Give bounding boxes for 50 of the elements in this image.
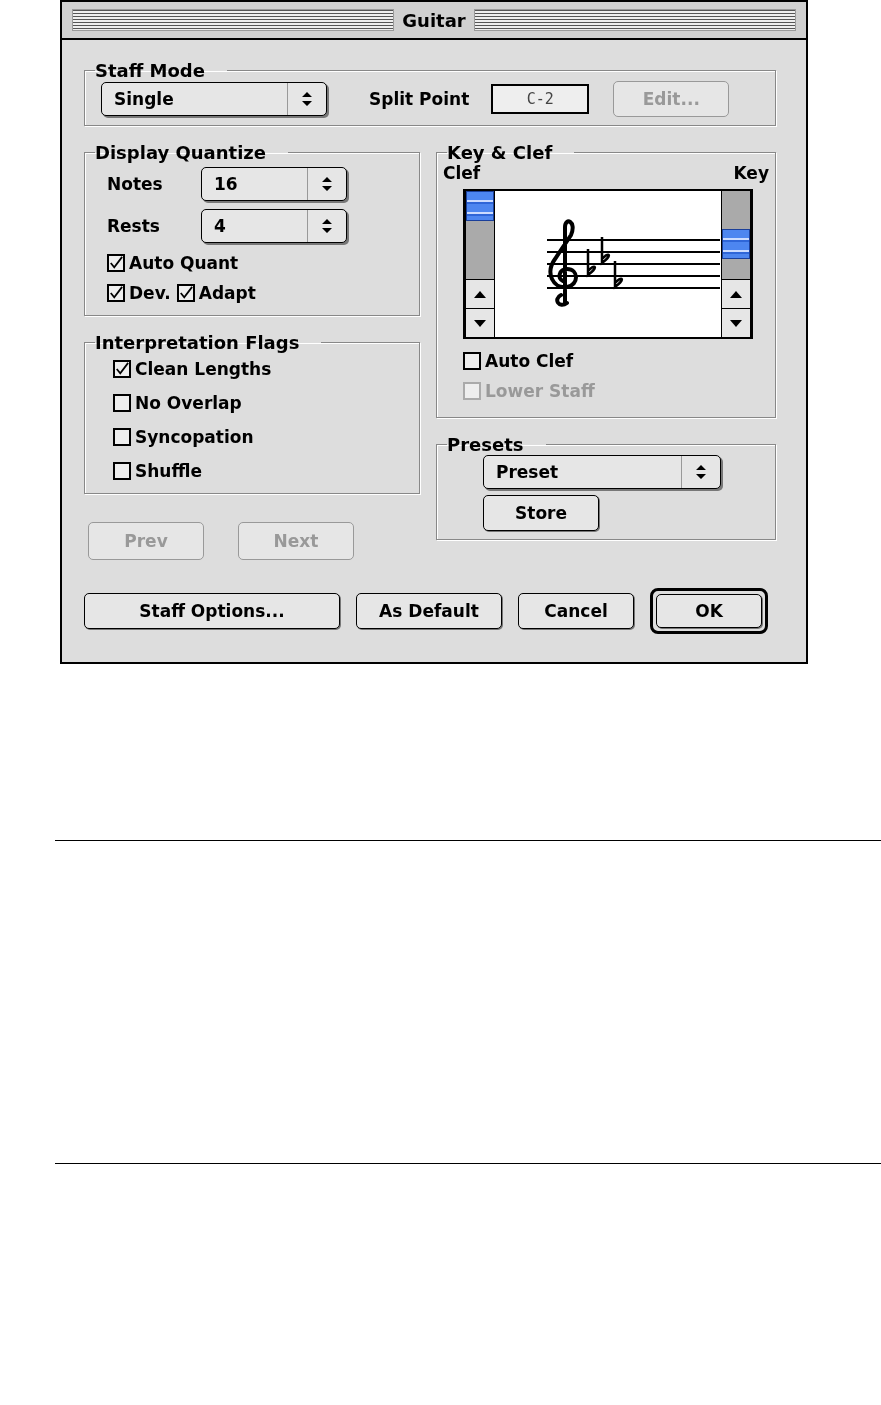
checkmark-icon bbox=[115, 361, 129, 377]
dialog-button[interactable]: Cancel bbox=[518, 593, 634, 629]
group-title: Key & Clef bbox=[447, 142, 554, 163]
drag-stripes[interactable] bbox=[72, 9, 395, 31]
scroll-up-button[interactable] bbox=[722, 279, 750, 308]
up-arrow-icon bbox=[474, 290, 486, 298]
scroll-up-button[interactable] bbox=[466, 279, 494, 308]
checkbox[interactable]: Shuffle bbox=[113, 461, 405, 481]
updown-arrows-icon bbox=[321, 218, 333, 234]
store-button[interactable]: Store bbox=[483, 495, 599, 531]
up-arrow-icon bbox=[730, 290, 742, 298]
key-scrollbar[interactable] bbox=[721, 191, 751, 337]
clef-label: Clef bbox=[443, 163, 481, 183]
checkbox[interactable]: Syncopation bbox=[113, 427, 405, 447]
group-title: Staff Mode bbox=[95, 60, 206, 81]
window-title: Guitar bbox=[402, 9, 466, 31]
down-arrow-icon bbox=[730, 319, 742, 327]
ok-button[interactable]: OK bbox=[650, 588, 768, 634]
checkbox[interactable]: Adapt bbox=[176, 283, 256, 303]
scroll-down-button[interactable] bbox=[466, 308, 494, 337]
key-label: Key bbox=[733, 163, 769, 183]
updown-arrows-icon bbox=[695, 464, 707, 480]
group-title: Presets bbox=[447, 434, 525, 455]
scroll-thumb[interactable] bbox=[466, 191, 494, 221]
dialog-button[interactable]: Staff Options... bbox=[84, 593, 340, 629]
value-popup[interactable]: 4 bbox=[201, 209, 347, 243]
dialog-button[interactable]: As Default bbox=[356, 593, 502, 629]
group-title: Display Quantize bbox=[95, 142, 267, 163]
down-arrow-icon bbox=[474, 319, 486, 327]
clef-scrollbar[interactable] bbox=[465, 191, 495, 337]
drag-stripes[interactable] bbox=[473, 9, 796, 31]
split-point-label: Split Point bbox=[369, 89, 470, 109]
checkmark-icon bbox=[109, 285, 123, 301]
checkbox[interactable]: Auto Clef bbox=[463, 351, 761, 371]
field-label: Rests bbox=[107, 216, 161, 236]
checkbox[interactable]: No Overlap bbox=[113, 393, 405, 413]
preset-popup[interactable]: Preset bbox=[483, 455, 721, 489]
checkmark-icon bbox=[109, 255, 123, 271]
scroll-thumb[interactable] bbox=[722, 229, 750, 259]
checkmark-icon bbox=[178, 285, 193, 301]
value-popup[interactable]: 16 bbox=[201, 167, 347, 201]
field-label: Notes bbox=[107, 174, 164, 194]
group-title: Interpretation Flags bbox=[95, 332, 301, 353]
checkbox[interactable]: Auto Quant bbox=[107, 253, 239, 273]
updown-arrows-icon bbox=[301, 91, 313, 107]
checkbox[interactable]: Clean Lengths bbox=[113, 359, 405, 379]
checkbox[interactable]: Dev. bbox=[107, 283, 171, 303]
updown-arrows-icon bbox=[321, 176, 333, 192]
scroll-down-button[interactable] bbox=[722, 308, 750, 337]
mode-popup[interactable]: Single bbox=[101, 82, 327, 116]
